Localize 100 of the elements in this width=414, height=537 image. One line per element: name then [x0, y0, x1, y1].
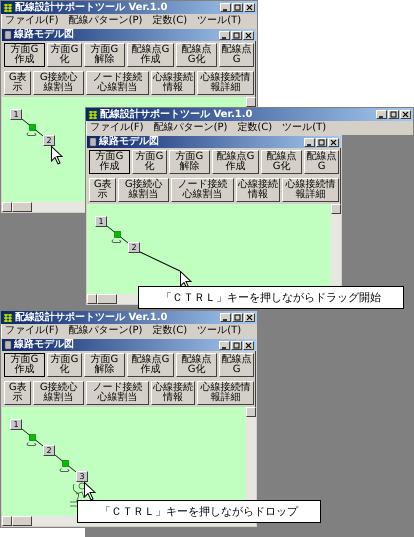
- child-window-title: 線路モデル図: [99, 136, 160, 148]
- menu-item[interactable]: 定数(C): [152, 15, 188, 27]
- minimize-button[interactable]: [376, 110, 387, 119]
- toolbar-button[interactable]: 方面G解除: [84, 353, 125, 377]
- toolbar-button[interactable]: G表示: [4, 381, 32, 405]
- toolbar-button[interactable]: 配線点G化: [176, 353, 218, 377]
- node[interactable]: 2: [128, 242, 140, 253]
- toolbar-button[interactable]: G接続心線割当: [33, 71, 84, 95]
- node[interactable]: 2: [43, 445, 55, 456]
- maximize-button[interactable]: [232, 313, 243, 322]
- app-icon: [3, 2, 13, 12]
- cursor-icon: [84, 482, 96, 501]
- document-icon: [89, 137, 97, 147]
- toolbar-button[interactable]: 心線接続情報: [150, 381, 196, 405]
- close-icon: [329, 138, 338, 146]
- maximize-icon: [232, 342, 241, 348]
- node[interactable]: 2: [43, 135, 55, 146]
- toolbar-button[interactable]: G表示: [4, 71, 32, 95]
- toolbar-button[interactable]: 配線点G化: [176, 43, 218, 67]
- toolbar-button[interactable]: G表示: [89, 178, 116, 202]
- close-button[interactable]: [243, 30, 254, 40]
- minimize-button[interactable]: [219, 340, 230, 350]
- menu-item[interactable]: ファイル(F): [5, 325, 59, 337]
- toolbar-button[interactable]: 配線点G化: [261, 150, 302, 174]
- toolbar-button[interactable]: ノード接続心線割当: [171, 178, 234, 202]
- menu-item[interactable]: 定数(C): [237, 122, 272, 134]
- menu-item[interactable]: ファイル(F): [5, 15, 59, 27]
- maximize-button[interactable]: [388, 110, 399, 119]
- maximize-button[interactable]: [316, 138, 327, 146]
- toolbar-button[interactable]: 方面G作成: [4, 43, 46, 67]
- window-title: 配線設計サポートツール Ver.1.0: [15, 312, 168, 324]
- maximize-button[interactable]: [231, 30, 242, 40]
- toolbar-button[interactable]: 配線点G作成: [212, 150, 260, 174]
- menu-item[interactable]: ツール(T): [197, 15, 242, 27]
- minimize-button[interactable]: [304, 138, 315, 146]
- minimize-button[interactable]: [220, 3, 231, 12]
- toolbar-button[interactable]: ノード接続心線割当: [86, 381, 149, 405]
- menu-item[interactable]: 配線パターン(P): [68, 325, 142, 337]
- toolbar-button[interactable]: 配線点G: [219, 353, 254, 377]
- junction-icon: [26, 434, 36, 446]
- toolbar-button[interactable]: 配線点G作成: [126, 43, 174, 67]
- close-button[interactable]: [243, 340, 254, 350]
- junction-icon: [112, 231, 122, 243]
- toolbar-button[interactable]: 方面G解除: [168, 150, 210, 174]
- toolbar-button[interactable]: 方面G化: [132, 150, 167, 174]
- toolbar-button[interactable]: 方面G化: [47, 43, 82, 67]
- toolbar-button[interactable]: G接続心線割当: [118, 178, 170, 202]
- connection-line: [54, 454, 76, 472]
- toolbar-button[interactable]: 心線接続情報詳細: [197, 71, 254, 95]
- toolbar-button[interactable]: 配線点G: [304, 150, 340, 174]
- child-window-title: 線路モデル図: [14, 339, 75, 351]
- menu-item[interactable]: ファイル(F): [90, 122, 144, 134]
- node[interactable]: 1: [10, 109, 22, 120]
- document-icon: [4, 30, 12, 40]
- toolbar-button[interactable]: 方面G作成: [89, 150, 130, 174]
- junction-icon: [26, 124, 36, 136]
- caption: 「ＣＴＲＬ」キーを押しながらドロップ: [77, 500, 321, 523]
- toolbar-button[interactable]: 方面G作成: [4, 353, 46, 377]
- toolbar-button[interactable]: ノード接続心線割当: [86, 71, 149, 95]
- close-button[interactable]: [244, 3, 255, 12]
- window-title: 配線設計サポートツール Ver.1.0: [100, 108, 254, 120]
- scroll-thumb[interactable]: [12, 202, 32, 212]
- menu-item[interactable]: 配線パターン(P): [154, 122, 228, 134]
- menu-item[interactable]: ツール(T): [197, 325, 242, 337]
- node[interactable]: 1: [10, 419, 22, 430]
- toolbar-button[interactable]: 配線点G作成: [126, 353, 174, 377]
- connection-line: [22, 118, 44, 136]
- cursor-icon: [51, 146, 63, 165]
- toolbar-button[interactable]: 配線点G: [219, 43, 254, 67]
- menu-item[interactable]: 定数(C): [152, 325, 188, 337]
- toolbar-button[interactable]: 方面G化: [47, 353, 82, 377]
- close-button[interactable]: [244, 313, 255, 322]
- close-button[interactable]: [400, 110, 411, 119]
- maximize-button[interactable]: [231, 340, 242, 350]
- node[interactable]: 1: [95, 216, 107, 227]
- close-button[interactable]: [328, 138, 339, 146]
- toolbar-button[interactable]: G接続心線割当: [33, 381, 84, 405]
- menu-item[interactable]: ツール(T): [282, 122, 326, 134]
- close-icon: [401, 111, 410, 118]
- minimize-button[interactable]: [219, 30, 230, 40]
- toolbar-button[interactable]: 方面G解除: [84, 43, 125, 67]
- toolbar-button[interactable]: 心線接続情報詳細: [197, 381, 254, 405]
- scroll-thumb[interactable]: [97, 294, 117, 304]
- maximize-button[interactable]: [232, 3, 243, 12]
- scroll-thumb[interactable]: [12, 516, 32, 526]
- maximize-icon: [232, 32, 241, 38]
- app-icon: [88, 110, 98, 120]
- menu-item[interactable]: 配線パターン(P): [68, 15, 142, 27]
- close-icon: [245, 4, 254, 11]
- toolbar-button[interactable]: 心線接続情報: [236, 178, 280, 202]
- minimize-button[interactable]: [220, 313, 231, 322]
- connection-line: [22, 428, 44, 446]
- toolbar-button[interactable]: 心線接続情報詳細: [282, 178, 339, 202]
- connection-line: [106, 226, 128, 244]
- toolbar-button[interactable]: 心線接続情報: [150, 71, 196, 95]
- node[interactable]: 3: [76, 471, 88, 482]
- maximize-icon: [233, 314, 242, 321]
- drag-line: [140, 252, 180, 272]
- close-icon: [244, 32, 253, 38]
- child-window-title: 線路モデル図: [14, 29, 75, 41]
